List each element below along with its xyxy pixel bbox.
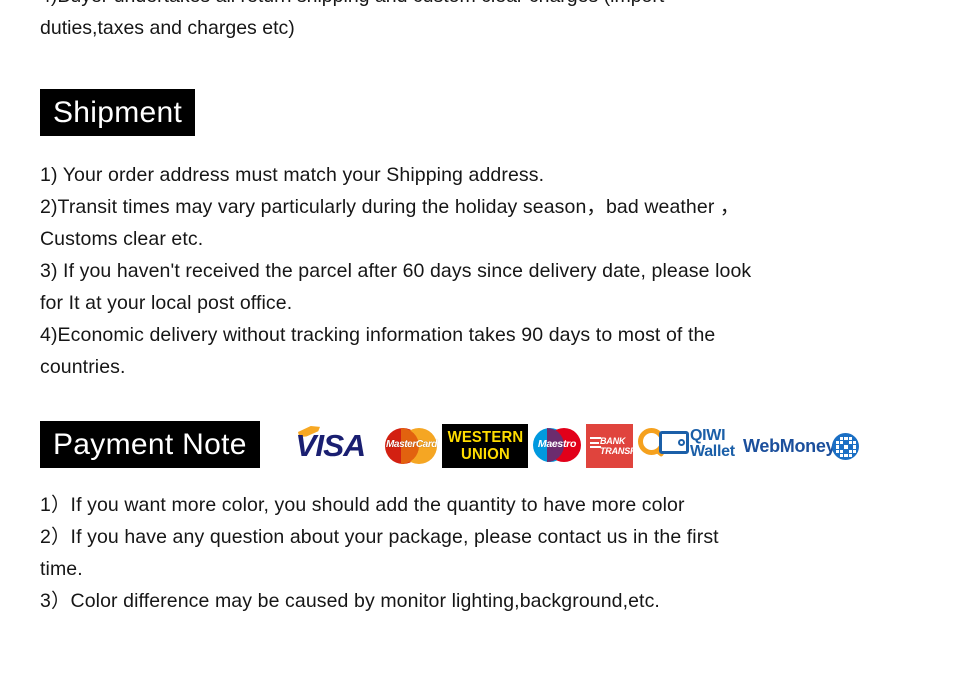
maestro-logo-label: Maestro [537, 438, 577, 450]
bank-transfer-logo-icon: BANK TRANSFER [586, 424, 648, 468]
payment-note-item-3: 3）Color difference may be caused by moni… [40, 590, 660, 612]
mastercard-logo-label: MasterCard [386, 439, 438, 450]
visa-logo-label: VISA [295, 428, 366, 463]
maestro-logo-icon: Maestro [533, 427, 581, 465]
shipment-item-1: 1) Your order address must match your Sh… [40, 164, 545, 186]
visa-logo-icon: VISA [295, 423, 380, 469]
shipment-section-badge: Shipment [40, 89, 196, 136]
previous-section-clipped-paragraph: 4)Buyer undertakes all return shipping a… [40, 0, 664, 39]
qiwi-wallet-logo-icon: QIWI Wallet [638, 424, 738, 468]
qiwi-label-line2: Wallet [690, 443, 735, 460]
shipment-item-4: 4)Economic delivery without tracking inf… [40, 324, 716, 378]
payment-note-section-badge: Payment Note [40, 421, 260, 468]
western-union-label-line2: UNION [460, 446, 510, 463]
payment-note-item-2: 2）If you have any question about your pa… [40, 526, 719, 580]
webmoney-globe-icon [832, 433, 859, 460]
shipment-item-2: 2)Transit times may vary particularly du… [40, 196, 740, 250]
shipment-item-3: 3) If you haven't received the parcel af… [40, 260, 752, 314]
bank-transfer-label-line1: BANK [600, 435, 626, 446]
payment-note-item-1: 1）If you want more color, you should add… [40, 494, 685, 516]
western-union-label-line1: WESTERN [447, 429, 523, 446]
mastercard-logo-icon: MasterCard [385, 426, 437, 466]
product-description-page: 4)Buyer undertakes all return shipping a… [0, 0, 960, 673]
qiwi-label-line1: QIWI [690, 427, 726, 444]
qiwi-wallet-clasp-icon [678, 439, 685, 446]
webmoney-logo-label: WebMoney [743, 436, 836, 456]
webmoney-logo-icon: WebMoney [743, 424, 859, 468]
qiwi-wallet-label: QIWI Wallet [690, 428, 735, 460]
payment-methods-logo-strip: VISA MasterCard WESTERN UNION Maestro BA… [295, 423, 859, 469]
bank-transfer-label: BANK TRANSFER [600, 435, 648, 457]
bank-transfer-lines-icon [590, 437, 601, 451]
western-union-logo-icon: WESTERN UNION [442, 424, 528, 468]
